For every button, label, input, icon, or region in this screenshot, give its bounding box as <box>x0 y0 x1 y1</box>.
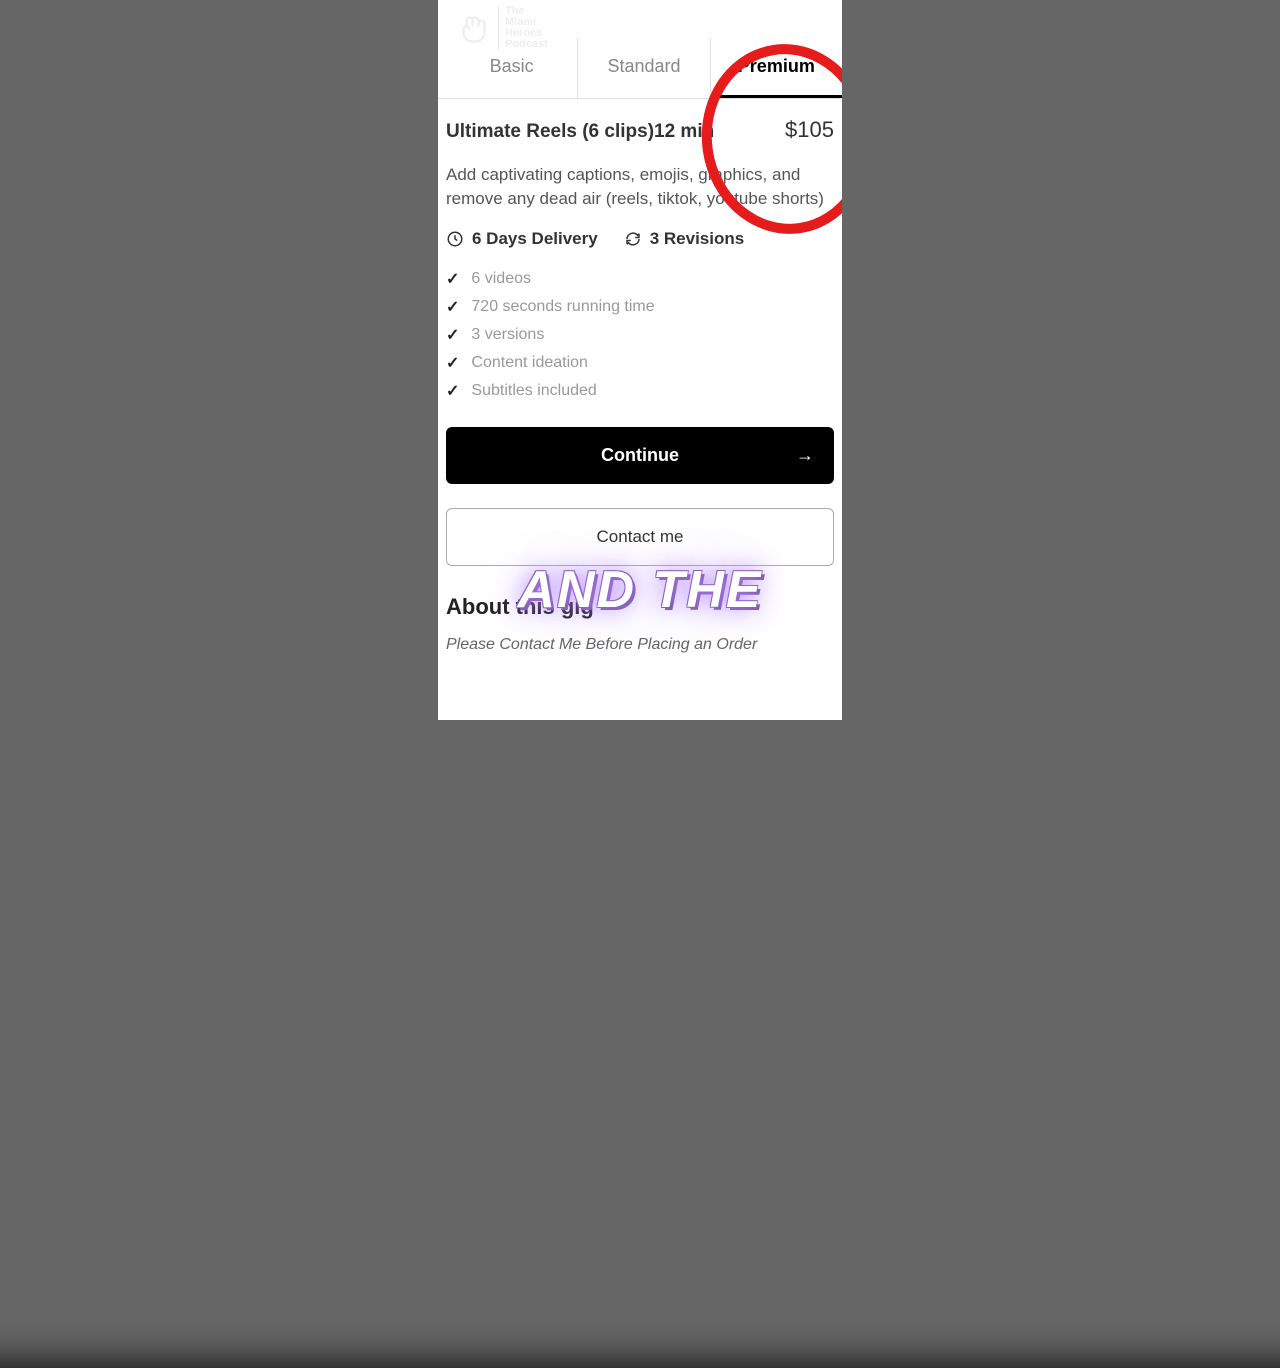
bg-feature-item: ✓720 seconds r <box>0 10 108 153</box>
package-title: Ultimate Reels (6 clips)12 min <box>446 121 714 143</box>
check-icon: ✓ <box>446 381 459 401</box>
check-icon: ✓ <box>446 297 459 317</box>
about-note: Please Contact Me Before Placing an Orde… <box>446 636 834 654</box>
podcast-watermark: The Miami Heroes Podcast <box>456 8 596 48</box>
check-icon: ✓ <box>446 353 459 373</box>
continue-button[interactable]: Continue → <box>446 427 834 484</box>
bg-feature-item: ✓Subtitles inclu <box>0 640 108 783</box>
check-icon: ✓ <box>446 325 459 345</box>
feature-item: ✓6 videos <box>446 265 834 293</box>
check-icon: ✓ <box>446 269 459 289</box>
about-heading: About this gig <box>446 594 834 620</box>
bg-feature-item: ✓3 versions <box>0 220 108 363</box>
feature-item: ✓720 seconds running time <box>446 293 834 321</box>
package-description: Add captivating captions, emojis, graphi… <box>446 163 834 211</box>
feature-item: ✓3 versions <box>446 321 834 349</box>
refresh-icon <box>624 230 642 248</box>
feature-item: ✓Subtitles included <box>446 377 834 405</box>
phone-screen: The Miami Heroes Podcast Basic Standard … <box>438 0 842 720</box>
clock-icon <box>446 230 464 248</box>
tab-standard[interactable]: Standard <box>578 38 710 98</box>
bg-feature-item: ✓Content ideati <box>0 430 108 573</box>
feature-item: ✓Content ideation <box>446 349 834 377</box>
delivery-meta: 6 Days Delivery <box>446 229 598 249</box>
package-price: $105 <box>785 117 834 143</box>
hand-icon <box>456 10 492 46</box>
contact-button[interactable]: Contact me <box>446 508 834 566</box>
revisions-meta: 3 Revisions <box>624 229 745 249</box>
tab-premium[interactable]: Premium <box>711 38 842 98</box>
arrow-right-icon: → <box>796 445 814 466</box>
features-list: ✓6 videos ✓720 seconds running time ✓3 v… <box>446 265 834 405</box>
